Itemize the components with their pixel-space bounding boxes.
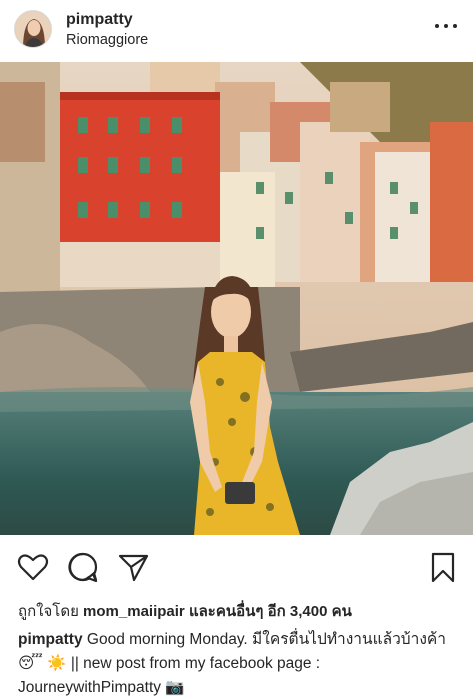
heart-icon[interactable] — [16, 550, 50, 584]
comment-bubble-icon[interactable] — [66, 550, 100, 584]
post-header: pimpatty Riomaggiore — [0, 0, 473, 62]
post-caption: pimpatty Good morning Monday. มีใครตื่นไ… — [18, 628, 458, 696]
caption-username[interactable]: pimpatty — [18, 631, 83, 648]
sun-emoji: ☀️ — [47, 655, 67, 672]
sleepy-emoji: 😴 — [18, 655, 43, 672]
profile-avatar[interactable] — [14, 10, 52, 48]
bookmark-icon[interactable] — [426, 550, 460, 584]
more-options-icon[interactable] — [435, 16, 457, 36]
likes-prefix: ถูกใจโดย — [18, 603, 79, 620]
post-photo[interactable] — [0, 62, 473, 535]
likes-count[interactable]: 3,400 — [290, 603, 328, 620]
post-location[interactable]: Riomaggiore — [66, 32, 148, 48]
post-username[interactable]: pimpatty — [66, 11, 133, 29]
likes-summary: ถูกใจโดย mom_maiipair และคนอื่นๆ อีก 3,4… — [18, 599, 352, 623]
action-bar — [0, 540, 473, 592]
caption-text-1: Good morning Monday. มีใครตื่นไปทำงานแล้… — [86, 631, 446, 648]
likes-user-link[interactable]: mom_maiipair — [83, 603, 185, 620]
likes-middle[interactable]: และคนอื่นๆ อีก — [189, 603, 286, 620]
likes-suffix[interactable]: คน — [332, 603, 352, 620]
camera-emoji: 📷 — [165, 679, 185, 696]
paper-plane-icon[interactable] — [116, 550, 150, 584]
